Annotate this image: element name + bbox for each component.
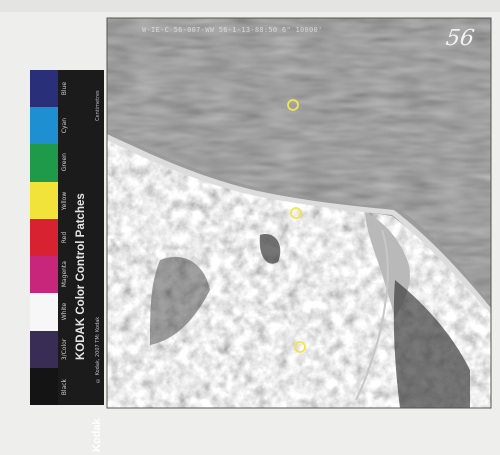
strip-fine-print: © Kodak, 2007 TM: Kodak [95,316,101,384]
color-patch-label: Cyan [61,118,68,134]
color-patch-green [30,144,58,182]
color-patch-label: White [61,303,68,321]
color-patch-label: Magenta [61,261,68,288]
strip-top-note: Centimetres [95,90,101,122]
color-patch-blue [30,70,58,108]
color-patch-yellow [30,181,58,219]
scan-top-edge [0,0,500,12]
color-patch-label: Yellow [61,191,68,210]
color-patch-label: Black [61,378,68,395]
color-control-strip: Blue Cyan Green Yellow Red Magenta White 3/Colo… [30,70,104,452]
color-patch-label: Blue [61,81,68,96]
color-patch-red [30,218,58,257]
aerial-photo [107,18,491,408]
kodak-logo: Kodak [91,418,103,452]
photo-header-text: W-IE-C 56-007-WW 56-1-13-88:50 6" 10000' [142,26,323,34]
color-patch-black [30,367,58,405]
color-patch-label: Red [61,231,68,244]
color-patch-3-color [30,330,58,368]
color-patch-label: 3/Color [61,338,68,360]
color-patch-cyan [30,107,58,145]
strip-brand-title: KODAK Color Control Patches [75,193,87,361]
color-patch-magenta [30,256,58,294]
color-patch-white [30,293,58,331]
color-patch-label: Green [61,153,68,173]
frame-number: 56 [444,26,476,51]
